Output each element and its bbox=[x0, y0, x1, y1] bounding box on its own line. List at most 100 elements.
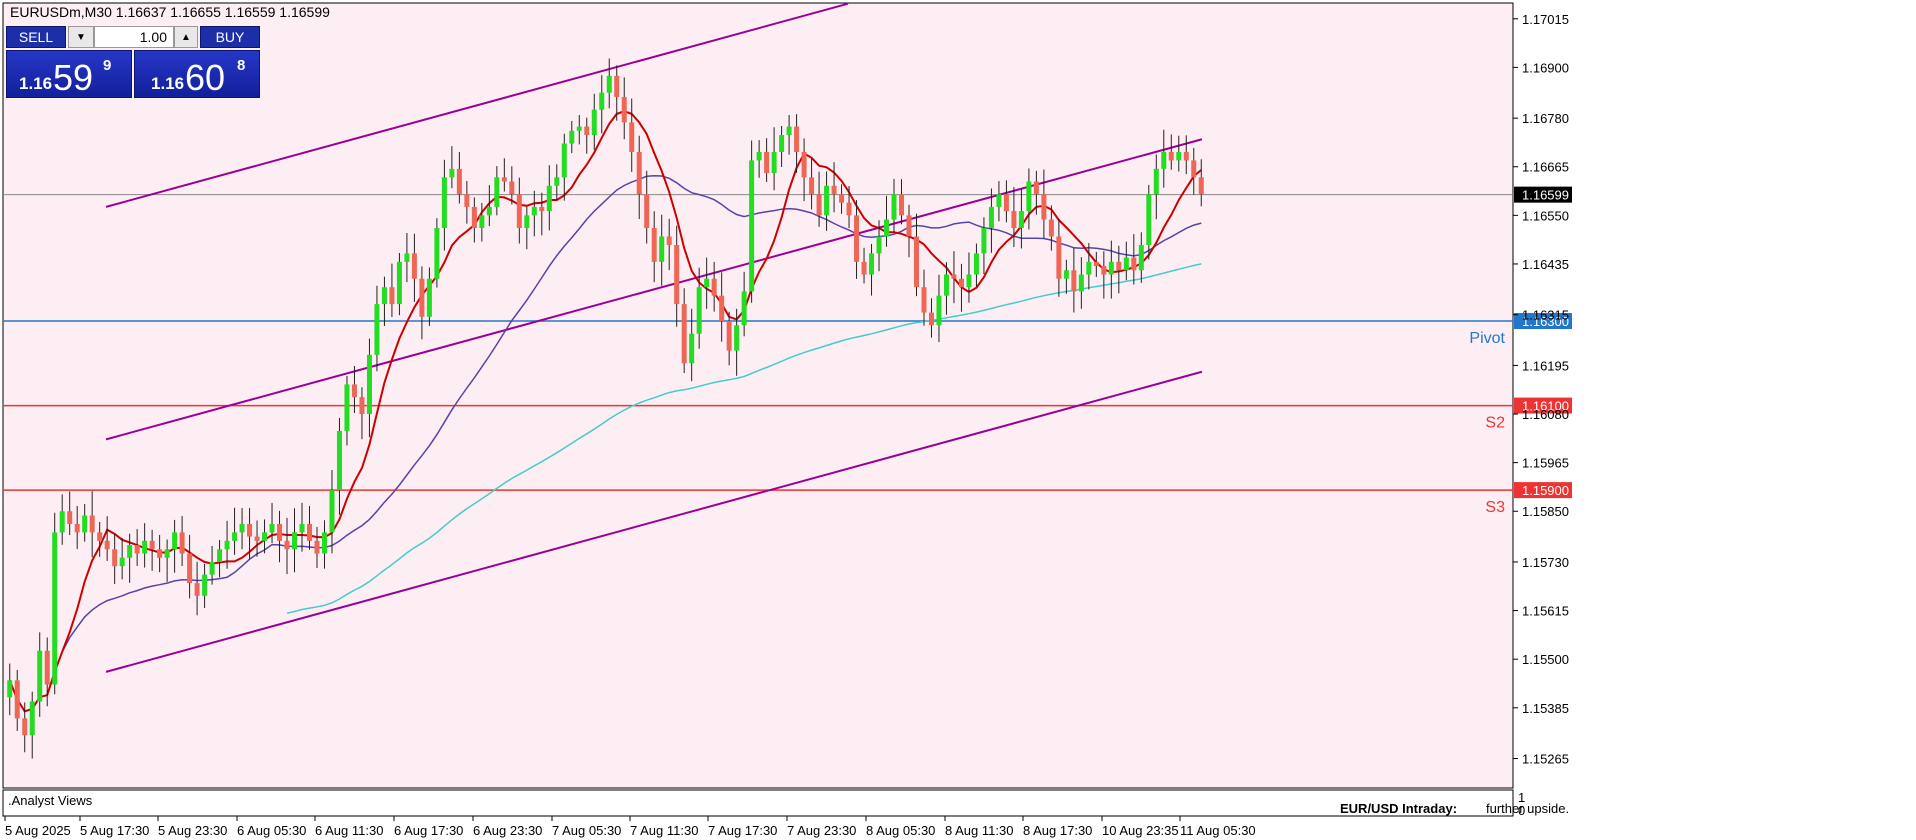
indicator-label: .Analyst Views bbox=[8, 793, 93, 808]
candle-body bbox=[1138, 244, 1144, 271]
candle-body bbox=[689, 333, 695, 364]
level-price-label: 1.15900 bbox=[1522, 483, 1569, 498]
candle-body bbox=[966, 274, 972, 288]
candle-body bbox=[381, 287, 387, 305]
y-tick-label: 1.15965 bbox=[1522, 456, 1569, 471]
bid-price-box[interactable]: 1.16 59 9 bbox=[6, 50, 132, 98]
candle-body bbox=[704, 278, 710, 288]
candle-body bbox=[1071, 270, 1077, 292]
candle-body bbox=[209, 561, 215, 575]
candle-body bbox=[374, 304, 380, 355]
x-tick-label: 10 Aug 23:35 bbox=[1102, 823, 1179, 838]
y-tick-label: 1.15500 bbox=[1522, 652, 1569, 667]
y-tick-label: 1.16900 bbox=[1522, 60, 1569, 75]
ask-price-box[interactable]: 1.16 60 8 bbox=[134, 50, 260, 98]
candle-body bbox=[344, 384, 350, 431]
candle-body bbox=[366, 354, 372, 415]
candle-body bbox=[254, 536, 260, 541]
candle-body bbox=[591, 109, 597, 136]
candle-body bbox=[629, 122, 635, 152]
analyst-text: further upside. bbox=[1486, 801, 1569, 816]
x-tick-label: 6 Aug 23:30 bbox=[473, 823, 542, 838]
candle-body bbox=[726, 321, 732, 351]
candle-body bbox=[861, 261, 867, 275]
sell-button[interactable]: SELL bbox=[6, 26, 66, 48]
candle-body bbox=[321, 532, 327, 554]
candle-body bbox=[539, 206, 545, 212]
candle-body bbox=[1078, 274, 1084, 292]
candle-body bbox=[292, 532, 298, 550]
level-name: Pivot bbox=[1469, 330, 1505, 347]
y-tick-label: 1.17015 bbox=[1522, 12, 1569, 27]
candle-body bbox=[839, 194, 845, 203]
candle-body bbox=[741, 291, 747, 326]
candle-body bbox=[202, 574, 208, 596]
candle-body bbox=[217, 549, 223, 562]
candle-body bbox=[981, 228, 987, 254]
candle-body bbox=[247, 523, 253, 537]
x-tick-label: 7 Aug 11:30 bbox=[630, 823, 698, 838]
lot-increase-button[interactable]: ▲ bbox=[174, 26, 198, 48]
candle-body bbox=[884, 219, 890, 237]
candle-body bbox=[7, 680, 13, 698]
lot-decrease-button[interactable]: ▼ bbox=[68, 26, 94, 48]
candle-body bbox=[988, 206, 994, 229]
candle-body bbox=[89, 515, 95, 533]
candle-body bbox=[404, 253, 410, 262]
candle-body bbox=[913, 236, 919, 288]
candle-body bbox=[943, 274, 949, 296]
candle-body bbox=[636, 151, 642, 195]
candle-body bbox=[44, 650, 50, 685]
x-tick-label: 6 Aug 05:30 bbox=[237, 823, 306, 838]
candle-body bbox=[194, 583, 200, 596]
chevron-down-icon: ▼ bbox=[76, 31, 86, 43]
candle-body bbox=[561, 143, 567, 178]
candle-body bbox=[82, 515, 88, 533]
candle-body bbox=[52, 532, 58, 685]
y-tick-label: 1.15730 bbox=[1522, 555, 1569, 570]
candle-body bbox=[824, 185, 830, 216]
candle-body bbox=[59, 511, 65, 533]
candle-body bbox=[666, 236, 672, 245]
buy-button[interactable]: BUY bbox=[200, 26, 260, 48]
candle-body bbox=[1011, 211, 1017, 229]
candle-body bbox=[419, 278, 425, 317]
candle-body bbox=[711, 278, 717, 296]
candle-body bbox=[1086, 261, 1092, 275]
candle-body bbox=[97, 532, 103, 541]
candle-body bbox=[127, 545, 133, 558]
candle-body bbox=[1116, 261, 1122, 271]
price-chart[interactable]: Pivot1.16300S21.16100S31.159001.16599 1.… bbox=[0, 0, 1916, 840]
candle-body bbox=[1168, 151, 1174, 161]
lot-size-input[interactable] bbox=[94, 26, 174, 48]
candle-body bbox=[546, 185, 552, 212]
candle-body bbox=[958, 278, 964, 288]
y-tick-label: 1.16665 bbox=[1522, 160, 1569, 175]
candle-body bbox=[1056, 236, 1062, 279]
ask-prefix: 1.16 bbox=[151, 74, 185, 93]
candle-body bbox=[524, 215, 530, 229]
candle-body bbox=[786, 126, 792, 136]
candle-body bbox=[576, 126, 582, 131]
candle-body bbox=[67, 511, 73, 524]
x-tick-label: 6 Aug 17:30 bbox=[394, 823, 463, 838]
candle-body bbox=[516, 194, 522, 229]
chevron-up-icon: ▲ bbox=[181, 31, 191, 43]
y-tick-label: 1.15850 bbox=[1522, 504, 1569, 519]
candle-body bbox=[1108, 261, 1114, 275]
candle-body bbox=[359, 397, 365, 415]
candle-body bbox=[351, 384, 357, 398]
ask-fraction: 8 bbox=[237, 57, 246, 74]
one-click-trading-panel: SELL ▼ ▲ BUY 1.16 59 9 1.16 60 8 bbox=[6, 26, 260, 98]
candle-body bbox=[801, 151, 807, 178]
candle-body bbox=[899, 194, 905, 216]
candle-body bbox=[1033, 181, 1039, 195]
candle-body bbox=[1131, 257, 1137, 271]
candle-body bbox=[906, 215, 912, 237]
y-tick-label: 1.16080 bbox=[1522, 407, 1569, 422]
candle-body bbox=[1048, 219, 1054, 237]
candle-body bbox=[674, 244, 680, 305]
candle-body bbox=[509, 181, 515, 195]
candle-body bbox=[112, 549, 118, 567]
candle-body bbox=[277, 523, 283, 541]
